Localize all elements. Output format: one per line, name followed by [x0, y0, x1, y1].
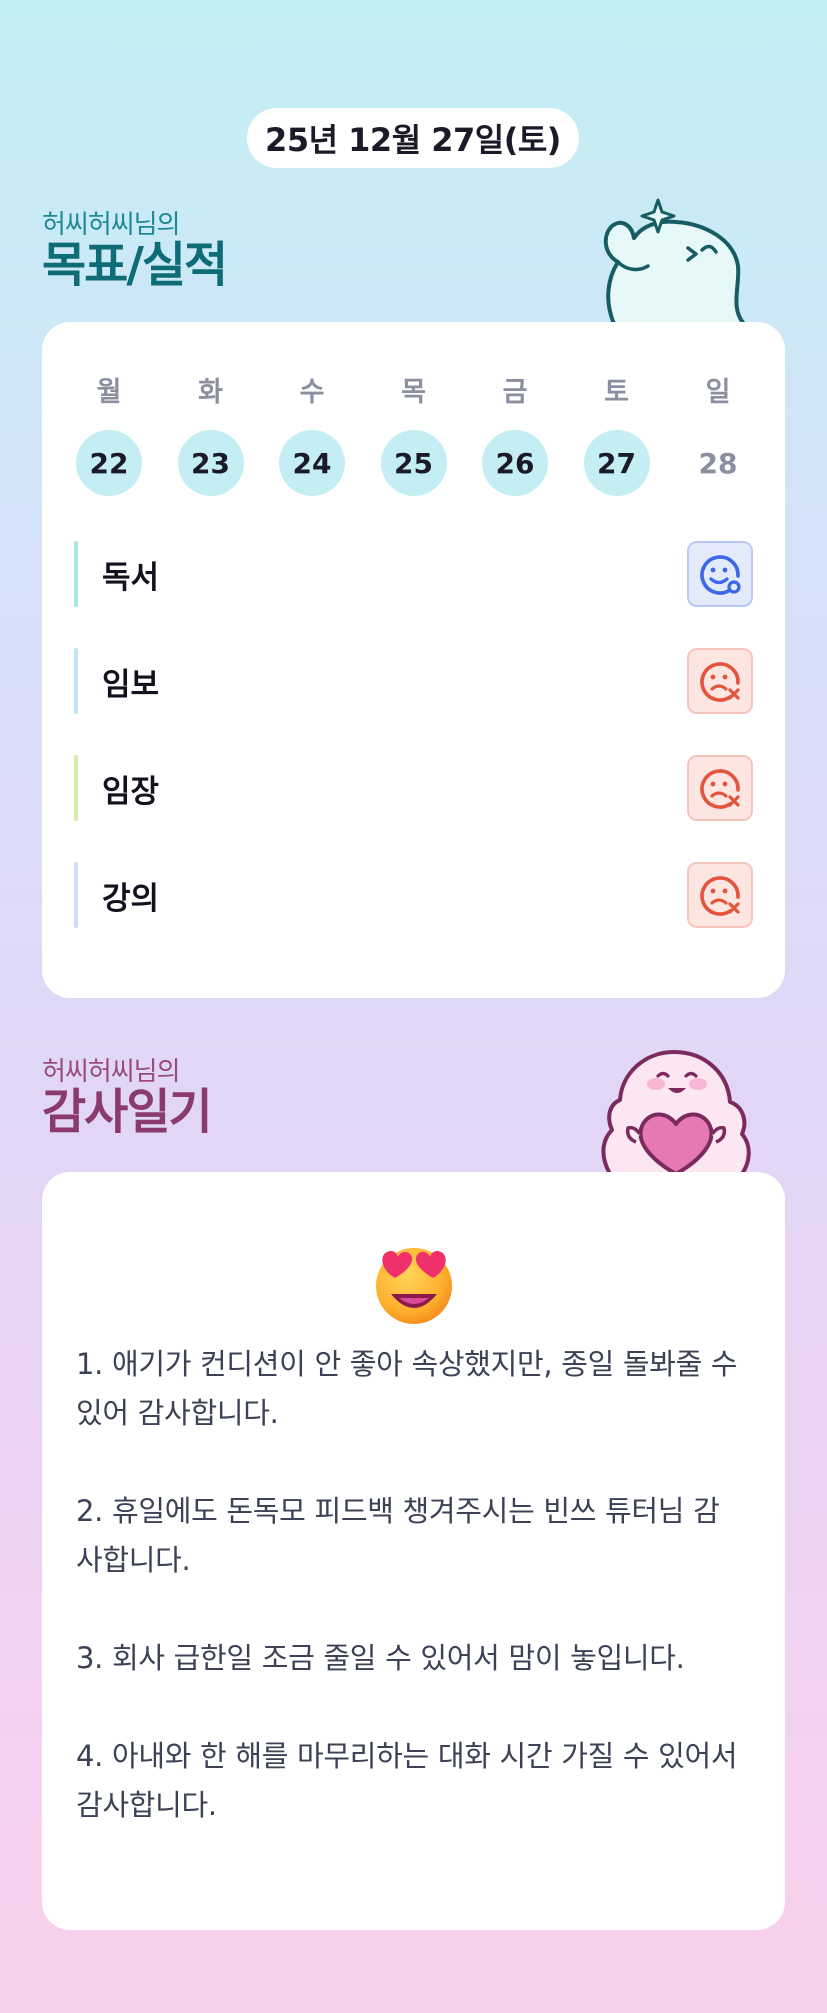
weekday-label: 목: [401, 377, 426, 408]
goal-item-imbo[interactable]: 임보: [74, 648, 753, 714]
sad-missed-icon: [700, 769, 740, 809]
thanks-section-subtitle: 허씨허씨님의: [42, 1057, 181, 1087]
date-cell[interactable]: 24: [279, 430, 345, 496]
goal-section-title: 목표/실적: [42, 237, 228, 293]
goal-color-bar: [74, 648, 78, 714]
goal-item-reading[interactable]: 독서: [74, 541, 753, 607]
goal-color-bar: [74, 862, 78, 928]
goal-name: 독서: [102, 559, 160, 596]
smile-done-icon: [700, 555, 741, 595]
date-cell[interactable]: 23: [177, 430, 244, 496]
goal-name: 임장: [102, 773, 160, 810]
weekday-label: 수: [299, 377, 325, 408]
thanks-section-header: 허씨허씨님의 감사일기: [42, 1057, 213, 1140]
date-pill[interactable]: 25년 12월 27일(토): [247, 108, 579, 168]
thanks-section-title: 감사일기: [42, 1084, 213, 1140]
heart-hug-mascot-icon: [601, 1050, 751, 1174]
goal-name: 강의: [102, 880, 160, 917]
goal-color-bar: [74, 755, 78, 821]
goal-color-bar: [74, 541, 78, 607]
weekday-row: 월 화 수 목 금 토 일: [76, 370, 751, 409]
thanks-entry: 2. 휴일에도 돈독모 피드백 챙겨주시는 빈쓰 튜터님 감사합니다.: [76, 1494, 720, 1577]
weekday-label: 화: [198, 377, 223, 408]
thumbs-up-mascot-icon: [603, 198, 746, 324]
goal-section-subtitle: 허씨허씨님의: [42, 210, 181, 240]
date-row: 22 23 24 25 26 27 28: [76, 430, 751, 496]
goal-item-imjang[interactable]: 임장: [74, 755, 753, 821]
goal-name: 임보: [102, 666, 160, 703]
thanks-card: 1. 애기가 컨디션이 안 좋아 속상했지만, 종일 돌봐줄 수 있어 감사합니…: [42, 1172, 785, 1930]
heart-eyes-emoji-icon: [376, 1248, 452, 1324]
sad-missed-icon: [700, 876, 740, 916]
thanks-entry: 1. 애기가 컨디션이 안 좋아 속상했지만, 종일 돌봐줄 수 있어 감사합니…: [76, 1347, 738, 1430]
goal-card: 월 화 수 목 금 토 일 22 23 24 25 26 27 28 독서 임보: [42, 322, 785, 998]
thanks-entries: 1. 애기가 컨디션이 안 좋아 속상했지만, 종일 돌봐줄 수 있어 감사합니…: [76, 1340, 745, 1879]
goal-status-missed[interactable]: [687, 648, 753, 714]
weekday-label: 월: [96, 377, 122, 408]
goal-item-lecture[interactable]: 강의: [74, 862, 753, 928]
date-cell[interactable]: 28: [685, 430, 751, 496]
thanks-entry: 4. 아내와 한 해를 마무리하는 대화 시간 가질 수 있어서 감사합니다.: [76, 1739, 738, 1822]
weekday-label: 금: [502, 377, 528, 408]
date-cell[interactable]: 26: [482, 430, 548, 496]
date-cell[interactable]: 22: [76, 430, 142, 496]
goal-status-missed[interactable]: [687, 755, 753, 821]
thanks-entry: 3. 회사 급한일 조금 줄일 수 있어서 맘이 놓입니다.: [76, 1641, 685, 1675]
weekday-label: 일: [705, 377, 731, 408]
goal-status-done[interactable]: [687, 541, 753, 607]
sad-missed-icon: [700, 662, 740, 702]
goal-status-missed[interactable]: [687, 862, 753, 928]
date-cell[interactable]: 27: [583, 430, 650, 496]
weekday-label: 토: [604, 377, 629, 408]
goal-section-header: 허씨허씨님의 목표/실적: [42, 210, 228, 293]
date-label: 25년 12월 27일(토): [265, 121, 561, 159]
date-cell[interactable]: 25: [380, 430, 447, 496]
